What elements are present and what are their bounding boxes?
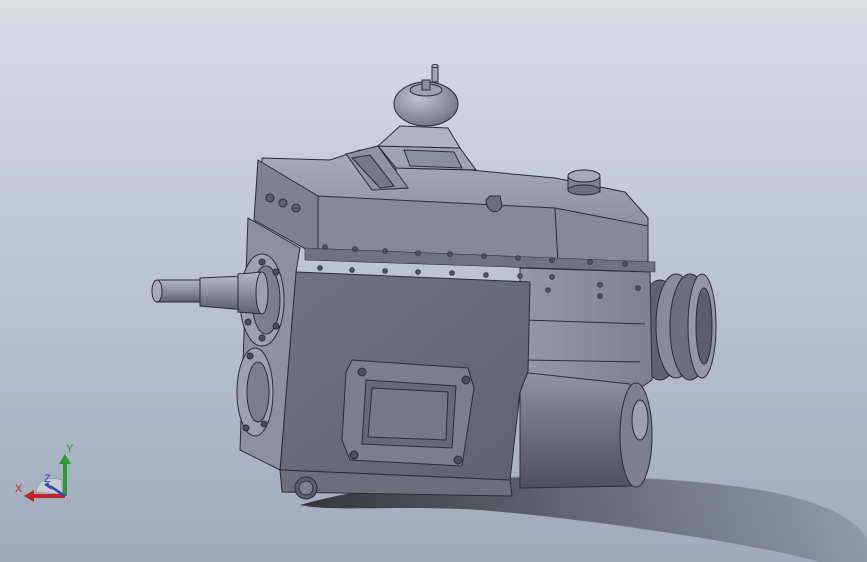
lower-cylinder <box>519 371 653 489</box>
breather-cap[interactable] <box>567 169 601 196</box>
z-axis-label: Z <box>44 473 51 485</box>
inspection-cover[interactable] <box>341 359 475 467</box>
y-axis-label: Y <box>66 443 74 455</box>
gearbox-model[interactable] <box>0 0 867 562</box>
input-shaft[interactable] <box>151 271 269 315</box>
x-axis-label: X <box>15 483 23 495</box>
bearing-cap-lower <box>236 347 274 437</box>
coordinate-triad: Y X Z <box>15 443 74 502</box>
drain-plug[interactable] <box>294 476 318 500</box>
graphics-viewport[interactable]: Y X Z <box>0 0 867 562</box>
shift-knob[interactable] <box>393 64 459 127</box>
